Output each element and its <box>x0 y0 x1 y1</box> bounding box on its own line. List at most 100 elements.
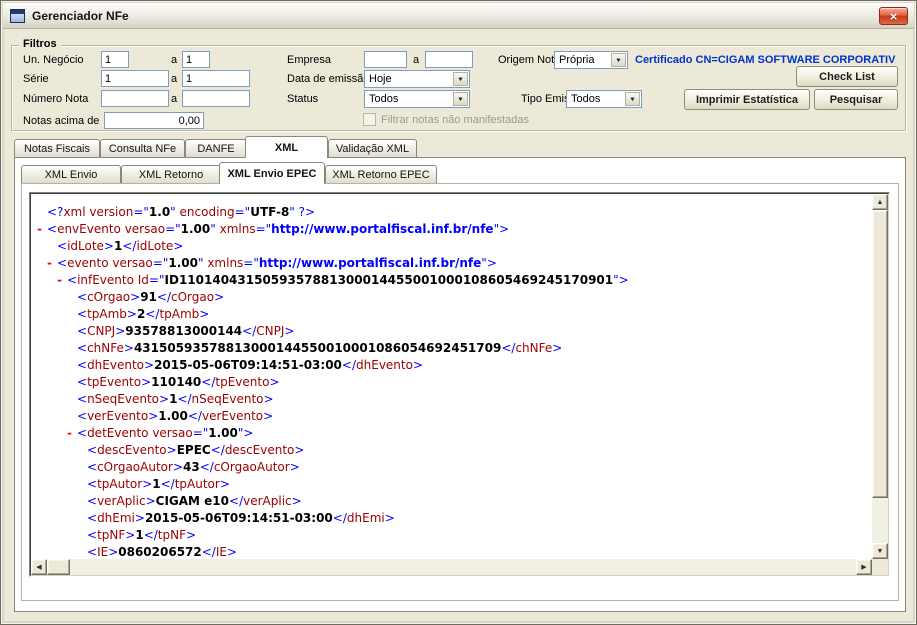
xml-line: <descEvento>EPEC</descEvento> <box>87 443 305 457</box>
origem-dropdown-button[interactable]: ▼ <box>611 53 626 67</box>
vertical-scrollbar[interactable]: ▲ ▼ <box>872 194 888 559</box>
tab-xml-retorno[interactable]: XML Retorno <box>121 165 221 183</box>
tab-label: Notas Fiscais <box>23 142 91 155</box>
scroll-right-icon[interactable]: ▶ <box>856 559 872 575</box>
xml-line: <tpAutor>1</tpAutor> <box>87 477 230 491</box>
tab-xml-envio[interactable]: XML Envio <box>21 165 121 183</box>
tipo-emissao-dropdown[interactable]: Todos ▼ <box>566 90 642 108</box>
titlebar[interactable]: Gerenciador NFe × <box>3 3 914 29</box>
chevron-down-icon: ▼ <box>457 96 464 102</box>
xml-viewer-inner: <?xml version="1.0" encoding="UTF-8" ?> -… <box>30 193 889 576</box>
tab-label: XML Retorno EPEC <box>332 168 430 181</box>
xml-collapse-icon[interactable]: - <box>47 255 57 272</box>
chevron-down-icon: ▼ <box>629 96 636 102</box>
manifest-checkbox <box>363 113 376 126</box>
tab-xml-envio-epec[interactable]: XML Envio EPEC <box>219 162 325 184</box>
xml-line: <CNPJ>93578813000144</CNPJ> <box>77 324 295 338</box>
serie-label: Série <box>23 73 49 85</box>
tab-xml-retorno-epec[interactable]: XML Retorno EPEC <box>325 165 437 183</box>
notas-acima-input[interactable] <box>104 112 204 129</box>
tab-label: XML Retorno <box>138 168 204 181</box>
scroll-up-icon[interactable]: ▲ <box>872 194 888 210</box>
un-negocio-label: Un. Negócio <box>23 54 84 66</box>
data-emissao-dropdown[interactable]: Hoje ▼ <box>364 70 470 88</box>
data-emissao-label: Data de emissão <box>287 73 370 85</box>
xml-line: <idLote>1</idLote> <box>57 239 184 253</box>
empresa-from-input[interactable] <box>364 51 407 68</box>
chevron-down-icon: ▼ <box>457 76 464 82</box>
tab-label: XML <box>274 141 299 154</box>
scroll-left-icon[interactable]: ◀ <box>31 559 47 575</box>
status-label: Status <box>287 93 319 105</box>
xml-collapse-icon[interactable]: - <box>37 221 47 238</box>
xml-line: - <infEvento Id="ID1101404315059357881300… <box>57 272 629 289</box>
numero-nota-label: Número Nota <box>23 93 89 105</box>
range-separator: a <box>171 93 178 105</box>
xml-line: <nSeqEvento>1</nSeqEvento> <box>77 392 274 406</box>
xml-line: <dhEvento>2015-05-06T09:14:51-03:00</dhE… <box>77 358 424 372</box>
empresa-to-input[interactable] <box>425 51 473 68</box>
xml-line: - <evento versao="1.00" xmlns="http://www… <box>47 255 497 272</box>
xml-line: <tpAmb>2</tpAmb> <box>77 307 210 321</box>
scrollbar-corner <box>872 559 888 575</box>
data-emissao-value: Hoje <box>369 73 392 85</box>
scroll-down-icon[interactable]: ▼ <box>872 543 888 559</box>
xml-collapse-icon[interactable]: - <box>67 425 77 442</box>
horizontal-scrollbar[interactable]: ◀ ▶ <box>31 559 872 575</box>
app-icon[interactable] <box>10 8 25 23</box>
range-separator: a <box>413 54 420 66</box>
notas-acima-label: Notas acima de <box>23 115 100 127</box>
numero-nota-to-input[interactable] <box>182 90 250 107</box>
status-dropdown[interactable]: Todos ▼ <box>364 90 470 108</box>
xml-line: <verEvento>1.00</verEvento> <box>77 409 274 423</box>
app-window: Gerenciador NFe × Filtros Un. Negócio a … <box>0 0 917 625</box>
manifest-checkbox-label: Filtrar notas não manifestadas <box>381 114 529 126</box>
tipo-emissao-value: Todos <box>571 93 601 105</box>
data-emissao-dropdown-button[interactable]: ▼ <box>453 72 468 86</box>
imprimir-estatistica-button[interactable]: Imprimir Estatística <box>684 89 810 110</box>
tab-notas-fiscais[interactable]: Notas Fiscais <box>14 139 100 157</box>
xml-line: <cOrgaoAutor>43</cOrgaoAutor> <box>87 460 300 474</box>
status-dropdown-button[interactable]: ▼ <box>453 92 468 106</box>
tab-danfe[interactable]: DANFE <box>185 139 247 157</box>
filters-group-label: Filtros <box>19 38 61 50</box>
range-separator: a <box>171 54 178 66</box>
xml-line: <chNFe>431505935788130001445500100010860… <box>77 341 563 355</box>
imprimir-estatistica-button-label: Imprimir Estatística <box>695 93 799 106</box>
xml-collapse-icon[interactable]: - <box>57 272 67 289</box>
pesquisar-button[interactable]: Pesquisar <box>814 89 898 110</box>
xml-line: <IE>0860206572</IE> <box>87 545 238 559</box>
tab-validacao-xml[interactable]: Validação XML <box>328 139 417 157</box>
horizontal-scroll-thumb[interactable] <box>47 559 70 575</box>
xml-line: <?xml version="1.0" encoding="UTF-8" ?> <box>47 205 316 219</box>
xml-line: - <envEvento versao="1.00" xmlns="http://… <box>37 221 510 238</box>
tab-label: XML Envio <box>44 168 98 181</box>
xml-viewer: <?xml version="1.0" encoding="UTF-8" ?> -… <box>29 192 890 577</box>
close-button[interactable]: × <box>879 7 908 25</box>
check-list-button[interactable]: Check List <box>796 66 898 87</box>
serie-from-input[interactable] <box>101 70 169 87</box>
xml-line: - <detEvento versao="1.00"> <box>67 425 254 442</box>
empresa-label: Empresa <box>287 54 332 66</box>
vertical-scroll-thumb[interactable] <box>872 210 888 498</box>
xml-line: <tpNF>1</tpNF> <box>87 528 197 542</box>
tab-consulta-nfe[interactable]: Consulta NFe <box>100 139 185 157</box>
xml-content: <?xml version="1.0" encoding="UTF-8" ?> -… <box>31 194 872 559</box>
un-negocio-from-input[interactable] <box>101 51 129 68</box>
origem-nota-dropdown[interactable]: Própria ▼ <box>554 51 628 69</box>
numero-nota-from-input[interactable] <box>101 90 169 107</box>
status-value: Todos <box>369 93 399 105</box>
tab-label: XML Envio EPEC <box>227 167 317 180</box>
un-negocio-to-input[interactable] <box>182 51 210 68</box>
xml-line: <tpEvento>110140</tpEvento> <box>77 375 280 389</box>
certificate-text: Certificado CN=CIGAM SOFTWARE CORPORATIV <box>635 54 896 66</box>
serie-to-input[interactable] <box>182 70 250 87</box>
chevron-down-icon: ▼ <box>615 57 622 63</box>
tipo-emissao-dropdown-button[interactable]: ▼ <box>625 92 640 106</box>
tab-label: DANFE <box>197 142 235 155</box>
tab-xml[interactable]: XML <box>245 136 328 158</box>
xml-line: <dhEmi>2015-05-06T09:14:51-03:00</dhEmi> <box>87 511 395 525</box>
pesquisar-button-label: Pesquisar <box>829 93 883 106</box>
tab-label: Validação XML <box>335 142 410 155</box>
check-list-button-label: Check List <box>819 70 875 83</box>
